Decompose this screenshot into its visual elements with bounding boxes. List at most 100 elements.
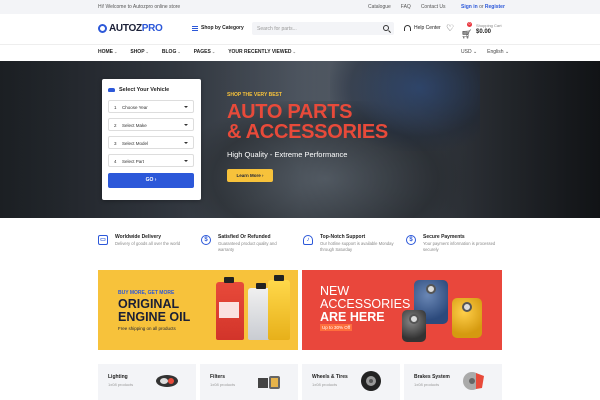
banner-discount-badge: Up to 30% Off <box>320 324 353 331</box>
currency-label: USD <box>461 49 472 55</box>
nav-recently-viewed-label: Your Recently Viewed <box>228 49 292 55</box>
select-label: Select Make <box>122 122 147 128</box>
oil-bottle-image <box>216 277 244 340</box>
chevron-down-icon: ⌄ <box>145 49 149 54</box>
banner-title-line2: Engine Oil <box>118 310 191 324</box>
category-wheels-tires[interactable]: Wheels & Tires 1x08 products <box>302 364 400 400</box>
help-center[interactable]: Help Center <box>404 25 441 31</box>
caret-down-icon <box>184 124 188 126</box>
feature-title: Secure Payments <box>423 234 465 240</box>
menu-icon <box>192 25 198 31</box>
welcome-text: Hi! Welcome to Autozpro online store <box>98 4 181 10</box>
banner-title-line3: Are Here <box>320 310 385 324</box>
feature-desc: Delivery of goods all over the world <box>115 241 181 246</box>
chevron-down-icon: ⌄ <box>114 49 118 54</box>
cart-icon: 🛒︎ <box>461 29 473 39</box>
nav-item-pages[interactable]: Pages⌄ <box>194 49 216 55</box>
go-label: GO <box>145 177 154 183</box>
contact-link[interactable]: Contact Us <box>421 4 446 10</box>
filter-hole <box>462 302 472 312</box>
register-link[interactable]: Register <box>485 4 505 10</box>
language-label: English <box>487 49 504 55</box>
headlight-image <box>156 375 178 387</box>
chevron-down-icon: ⌄ <box>504 49 510 55</box>
refund-icon: $ <box>201 235 211 245</box>
category-name: Lighting <box>108 374 128 380</box>
search-input[interactable] <box>257 25 377 32</box>
tire-image <box>361 371 381 391</box>
faq-link[interactable]: FAQ <box>401 4 411 10</box>
main-nav: Home⌄ Shop⌄ Blog⌄ Pages⌄ Your Recently V… <box>0 44 600 60</box>
banner-subtitle: Free shipping on all products <box>118 326 176 331</box>
select-label: Select Model <box>122 140 149 146</box>
chevron-down-icon: ⌄ <box>211 49 216 54</box>
category-name: Filters <box>210 374 226 380</box>
oil-filter-image <box>402 310 426 342</box>
category-brakes-system[interactable]: Brakes System 1x08 products <box>404 364 502 400</box>
model-select[interactable]: 3 Select Model <box>108 136 194 149</box>
header: AUTOZ PRO Shop by Category Help Center ♡… <box>0 14 600 44</box>
category-lighting[interactable]: Lighting 1x08 products <box>98 364 196 400</box>
make-select[interactable]: 2 Select Make <box>108 118 194 131</box>
chevron-down-icon: ⌄ <box>177 49 181 54</box>
category-count: 1x08 products <box>414 382 440 387</box>
nav-item-recently-viewed[interactable]: Your Recently Viewed⌄ <box>228 49 296 55</box>
select-number: 2 <box>114 122 117 128</box>
hero-title-line2: & Accessories <box>227 121 388 143</box>
category-row: Lighting 1x08 products Filters 1x08 prod… <box>98 364 502 400</box>
or-text: or <box>479 4 484 10</box>
category-name: Wheels & Tires <box>312 374 348 380</box>
learn-more-label: Learn More <box>236 173 261 178</box>
learn-more-button[interactable]: Learn More › <box>227 169 273 182</box>
feature-title: Top-Notch Support <box>320 234 366 240</box>
language-selector[interactable]: English ⌄ <box>487 49 509 55</box>
secure-payment-icon: $ <box>406 235 416 245</box>
category-name: Brakes System <box>414 374 450 380</box>
nav-menu: Home⌄ Shop⌄ Blog⌄ Pages⌄ Your Recently V… <box>98 49 296 55</box>
category-filters[interactable]: Filters 1x08 products <box>200 364 298 400</box>
category-count: 1x08 products <box>108 382 134 387</box>
auth-links: Sign in or Register <box>461 4 505 10</box>
select-label: Select Part <box>122 158 145 164</box>
accessories-banner[interactable]: New Accessories Are Here Up to 30% Off <box>302 270 502 350</box>
hero-banner: Shop the very best Auto Parts & Accessor… <box>0 61 600 218</box>
filter-hole <box>409 314 419 324</box>
cart-button[interactable]: 🛒︎ 0 Shopping Cart $0.00 <box>461 22 502 42</box>
top-links: Catalogue FAQ Contact Us <box>368 4 446 10</box>
cart-label: Shopping Cart <box>476 23 502 28</box>
bottle-cap <box>224 277 234 283</box>
nav-item-home[interactable]: Home⌄ <box>98 49 117 55</box>
banner-title: New Accessories Are Here <box>320 285 410 324</box>
feature-title: Satisfied Or Refunded <box>218 234 271 240</box>
currency-selector[interactable]: USD ⌄ <box>461 49 477 55</box>
oil-filter-image <box>452 298 482 338</box>
wishlist-icon[interactable]: ♡ <box>446 24 454 33</box>
cart-total: $0.00 <box>476 29 492 35</box>
part-select[interactable]: 4 Select Part <box>108 154 194 167</box>
headset-icon <box>404 25 411 31</box>
sign-in-link[interactable]: Sign in <box>461 4 478 10</box>
catalogue-link[interactable]: Catalogue <box>368 4 391 10</box>
search-bar <box>252 22 394 35</box>
filter-image <box>258 376 280 389</box>
go-button[interactable]: GO › <box>108 173 194 188</box>
bottle-cap <box>256 283 266 289</box>
nav-shop-label: Shop <box>130 49 145 55</box>
arrow-right-icon: › <box>262 173 264 178</box>
select-label: Choose Year <box>122 104 148 110</box>
search-icon[interactable] <box>383 25 389 31</box>
hero-title: Auto Parts & Accessories <box>227 102 527 142</box>
shop-by-category-button[interactable]: Shop by Category <box>192 25 244 31</box>
cart-count-badge: 0 <box>467 22 472 27</box>
feature-desc: Our hotline support is available Monday … <box>320 241 394 252</box>
engine-oil-banner[interactable]: Buy more, Get more Original Engine Oil F… <box>98 270 298 350</box>
hero-title-line1: Auto Parts <box>227 101 353 123</box>
year-select[interactable]: 1 Choose Year <box>108 100 194 113</box>
filter-hole <box>426 284 436 294</box>
chevron-down-icon: ⌄ <box>292 49 296 54</box>
arrow-right-icon: › <box>154 177 157 183</box>
nav-item-blog[interactable]: Blog⌄ <box>162 49 181 55</box>
brake-disc-image <box>463 372 484 390</box>
logo[interactable]: AUTOZ PRO <box>98 23 163 34</box>
nav-item-shop[interactable]: Shop⌄ <box>130 49 149 55</box>
